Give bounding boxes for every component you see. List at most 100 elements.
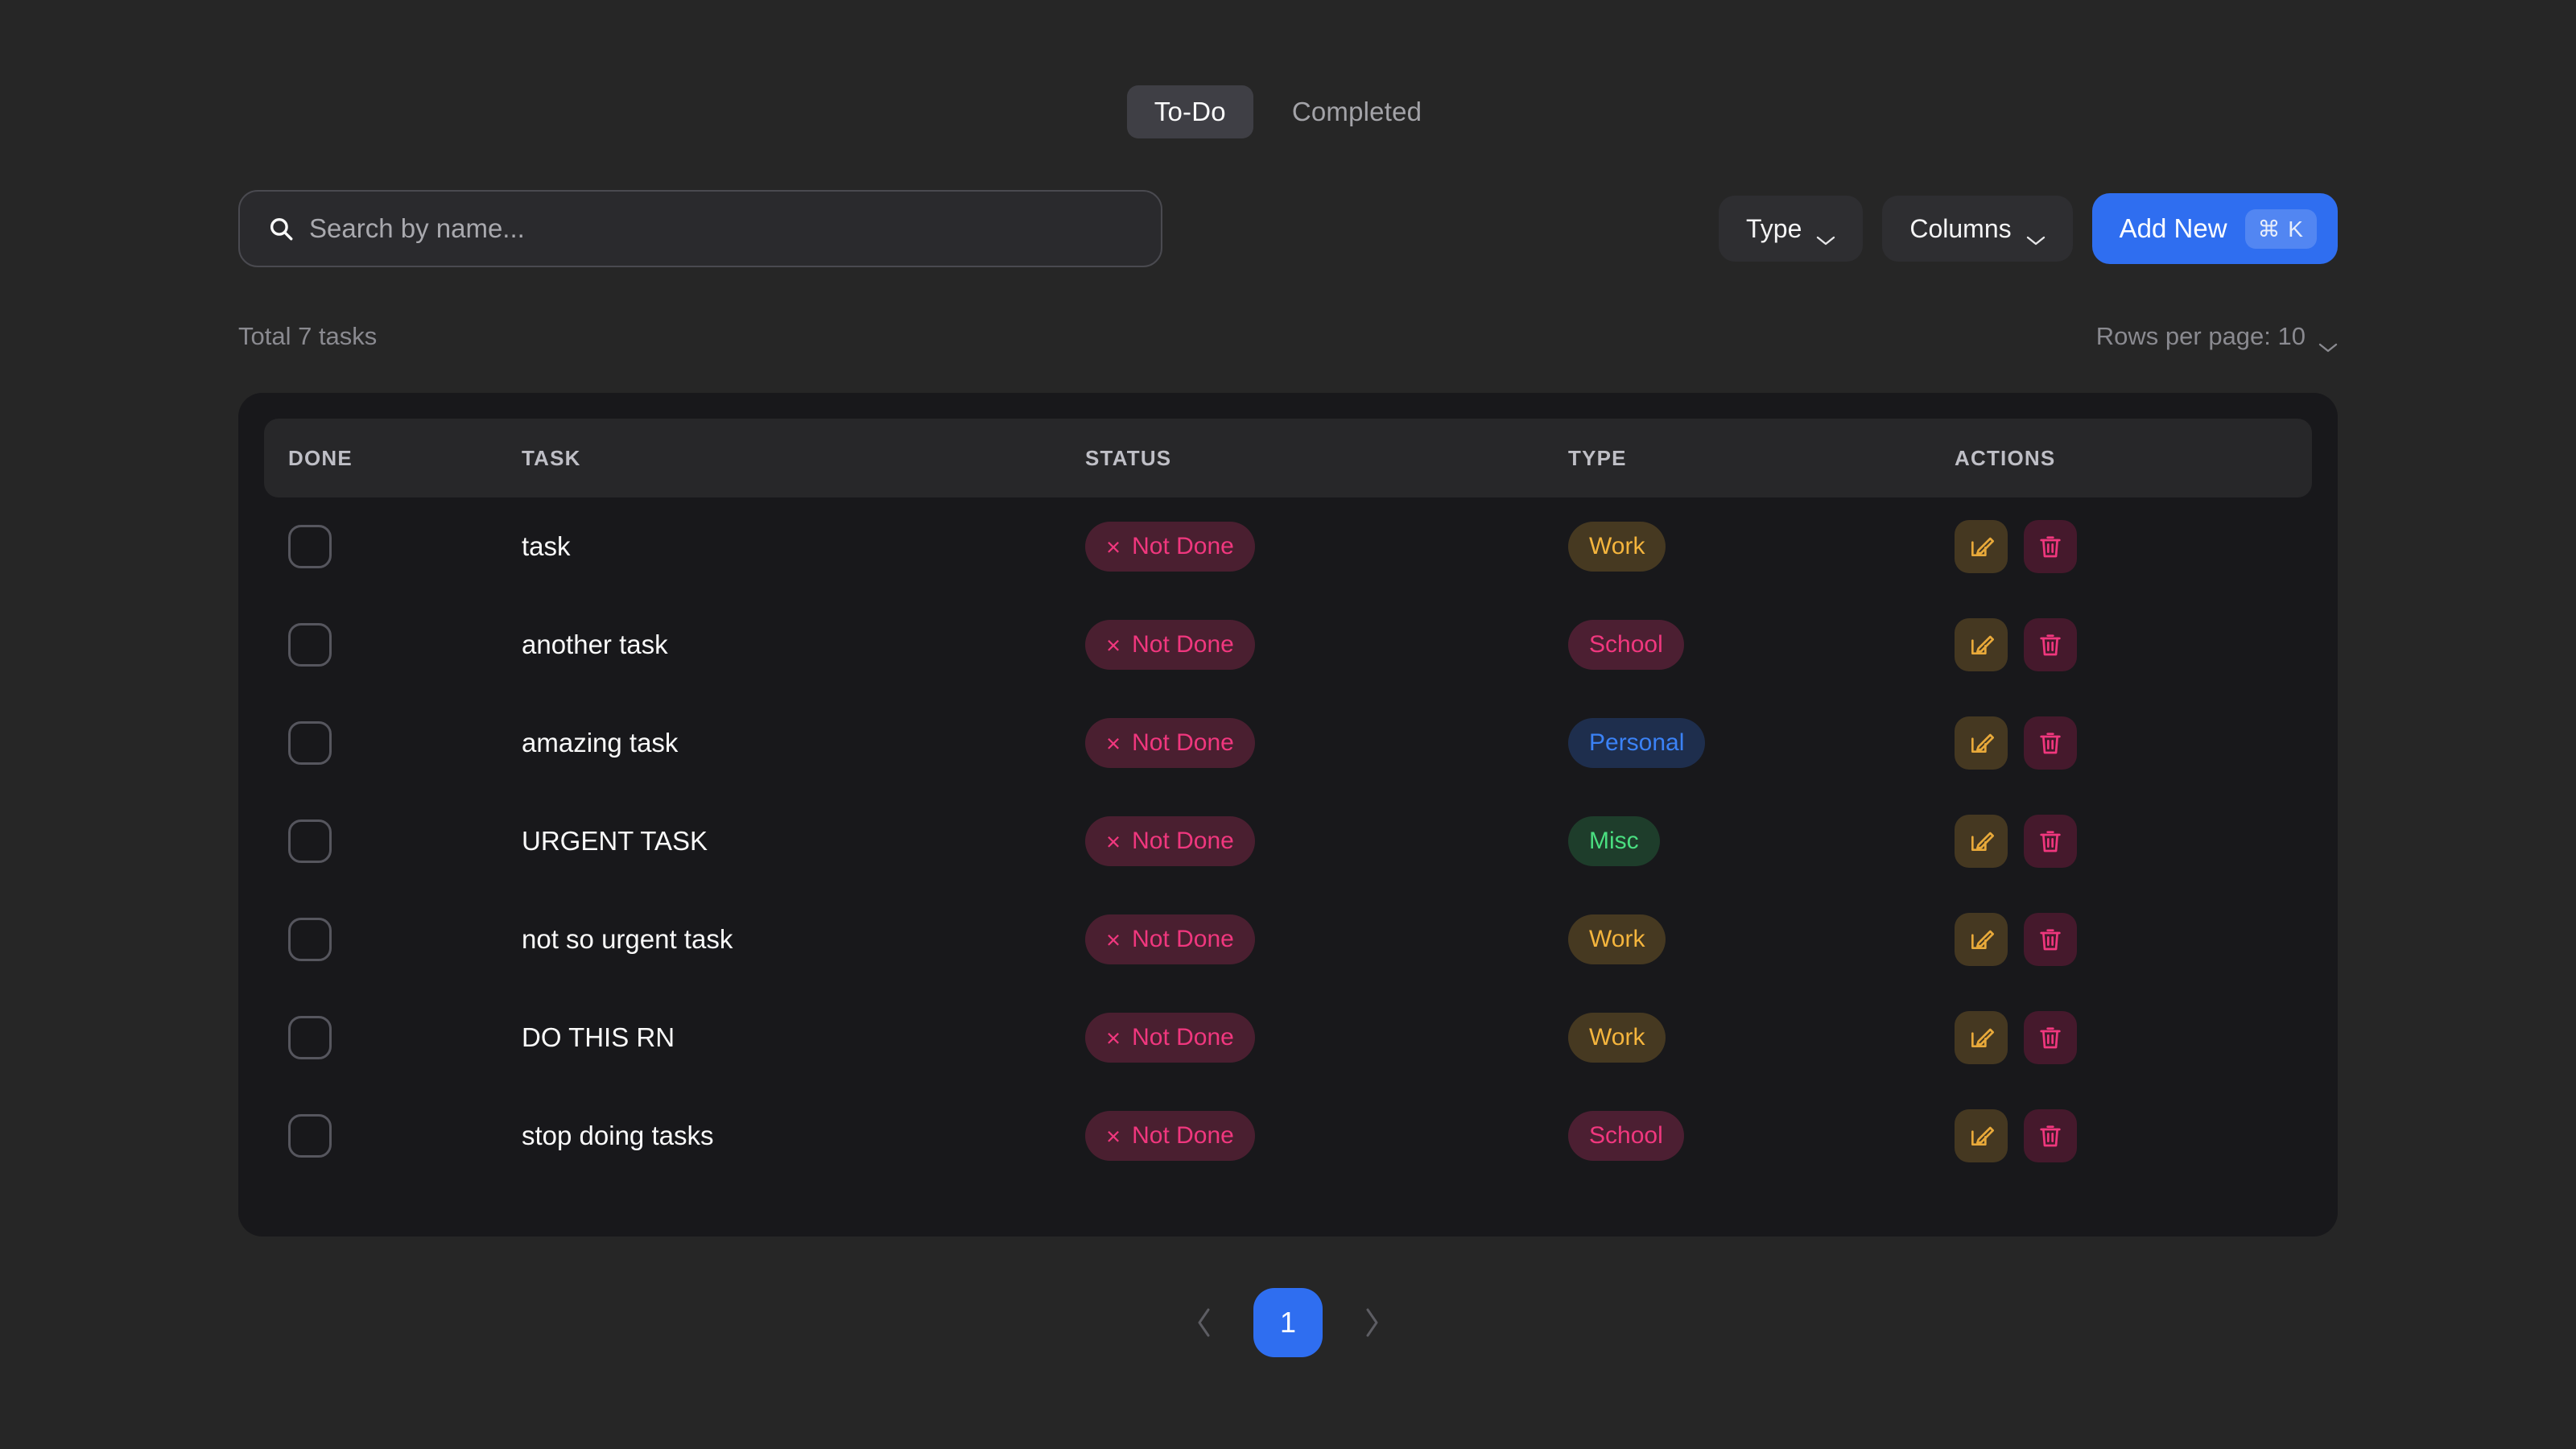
cell-status: × Not Done — [1061, 890, 1544, 989]
delete-task-button[interactable] — [2024, 520, 2077, 573]
delete-task-button[interactable] — [2024, 716, 2077, 770]
status-label: Not Done — [1132, 1122, 1234, 1149]
cell-type: Work — [1544, 497, 1930, 596]
keyboard-shortcut-badge: ⌘ K — [2244, 208, 2317, 249]
cell-actions — [1930, 890, 2312, 989]
column-header-task[interactable]: TASK — [497, 419, 1061, 497]
cell-status: × Not Done — [1061, 497, 1544, 596]
row-actions — [1955, 520, 2312, 573]
cross-icon: × — [1106, 1121, 1121, 1150]
total-count-label: Total 7 tasks — [238, 322, 378, 350]
tab-to-do[interactable]: To-Do — [1126, 85, 1253, 138]
type-badge: Personal — [1568, 718, 1706, 768]
search-icon — [267, 215, 295, 242]
cell-type: Work — [1544, 989, 1930, 1087]
table-meta: Total 7 tasks Rows per page: 10 — [238, 322, 2338, 353]
delete-task-button[interactable] — [2024, 913, 2077, 966]
table-row: task × Not Done Work — [264, 497, 2312, 596]
status-label: Not Done — [1132, 828, 1234, 854]
row-actions — [1955, 913, 2312, 966]
status-label: Not Done — [1132, 729, 1234, 756]
type-badge: Work — [1568, 914, 1666, 964]
task-name: amazing task — [522, 728, 679, 758]
status-badge: × Not Done — [1085, 1013, 1255, 1063]
row-actions — [1955, 815, 2312, 868]
cell-type: Work — [1544, 890, 1930, 989]
delete-task-button[interactable] — [2024, 1011, 2077, 1064]
status-badge: × Not Done — [1085, 1111, 1255, 1161]
rows-per-page-label: Rows per page: 10 — [2095, 322, 2306, 350]
type-badge: Work — [1568, 1013, 1666, 1063]
toolbar: Search by name... Type Columns Add New ⌘… — [238, 190, 2338, 267]
cell-type: School — [1544, 596, 1930, 694]
type-filter-button[interactable]: Type — [1718, 196, 1864, 262]
pagination-prev-button[interactable] — [1183, 1301, 1226, 1344]
columns-label: Columns — [1909, 213, 2012, 243]
search-input[interactable]: Search by name... — [238, 190, 1162, 267]
table-body: task × Not Done Work another task × Not Done Sc… — [264, 497, 2312, 1185]
task-name: URGENT TASK — [522, 826, 708, 856]
type-badge: Misc — [1568, 816, 1660, 866]
pagination: 1 — [0, 1288, 2576, 1357]
tab-completed[interactable]: Completed — [1265, 85, 1449, 138]
delete-task-button[interactable] — [2024, 618, 2077, 671]
status-label: Not Done — [1132, 631, 1234, 658]
table-row: stop doing tasks × Not Done School — [264, 1087, 2312, 1185]
column-header-type[interactable]: TYPE — [1544, 419, 1930, 497]
chevron-down-icon — [1816, 223, 1835, 246]
done-checkbox[interactable] — [288, 623, 332, 667]
done-checkbox[interactable] — [288, 819, 332, 863]
cell-task: another task — [497, 596, 1061, 694]
cell-task: task — [497, 497, 1061, 596]
cell-type: Misc — [1544, 792, 1930, 890]
done-checkbox[interactable] — [288, 918, 332, 961]
edit-task-button[interactable] — [1955, 520, 2008, 573]
table-row: DO THIS RN × Not Done Work — [264, 989, 2312, 1087]
column-header-status[interactable]: STATUS — [1061, 419, 1544, 497]
cell-actions — [1930, 497, 2312, 596]
type-badge: School — [1568, 620, 1684, 670]
edit-task-button[interactable] — [1955, 913, 2008, 966]
add-new-button[interactable]: Add New ⌘ K — [2091, 193, 2338, 264]
done-checkbox[interactable] — [288, 1016, 332, 1059]
cell-actions — [1930, 792, 2312, 890]
tasks-table: DONE TASK STATUS TYPE ACTIONS task × Not D… — [264, 419, 2312, 1185]
cell-done — [264, 1087, 497, 1185]
cell-done — [264, 792, 497, 890]
done-checkbox[interactable] — [288, 525, 332, 568]
cell-done — [264, 890, 497, 989]
pagination-page-1[interactable]: 1 — [1253, 1288, 1323, 1357]
cross-icon: × — [1106, 1023, 1121, 1052]
columns-button[interactable]: Columns — [1882, 196, 2073, 262]
cell-done — [264, 989, 497, 1087]
done-checkbox[interactable] — [288, 721, 332, 765]
column-header-actions[interactable]: ACTIONS — [1930, 419, 2312, 497]
edit-task-button[interactable] — [1955, 1109, 2008, 1162]
task-name: DO THIS RN — [522, 1022, 675, 1052]
status-label: Not Done — [1132, 1024, 1234, 1051]
cross-icon: × — [1106, 925, 1121, 954]
row-actions — [1955, 1109, 2312, 1162]
done-checkbox[interactable] — [288, 1114, 332, 1158]
table-row: amazing task × Not Done Personal — [264, 694, 2312, 792]
table-header: DONE TASK STATUS TYPE ACTIONS — [264, 419, 2312, 497]
pagination-next-button[interactable] — [1350, 1301, 1393, 1344]
edit-task-button[interactable] — [1955, 815, 2008, 868]
delete-task-button[interactable] — [2024, 815, 2077, 868]
column-header-done[interactable]: DONE — [264, 419, 497, 497]
task-name: not so urgent task — [522, 924, 733, 954]
edit-task-button[interactable] — [1955, 716, 2008, 770]
cell-task: amazing task — [497, 694, 1061, 792]
edit-task-button[interactable] — [1955, 1011, 2008, 1064]
edit-task-button[interactable] — [1955, 618, 2008, 671]
row-actions — [1955, 716, 2312, 770]
cell-status: × Not Done — [1061, 596, 1544, 694]
status-badge: × Not Done — [1085, 522, 1255, 572]
rows-per-page-selector[interactable]: Rows per page: 10 — [2095, 322, 2338, 353]
delete-task-button[interactable] — [2024, 1109, 2077, 1162]
chevron-down-icon — [2026, 223, 2046, 246]
cell-status: × Not Done — [1061, 792, 1544, 890]
cell-task: DO THIS RN — [497, 989, 1061, 1087]
add-new-label: Add New — [2119, 213, 2227, 243]
chevron-down-icon — [2318, 331, 2338, 353]
